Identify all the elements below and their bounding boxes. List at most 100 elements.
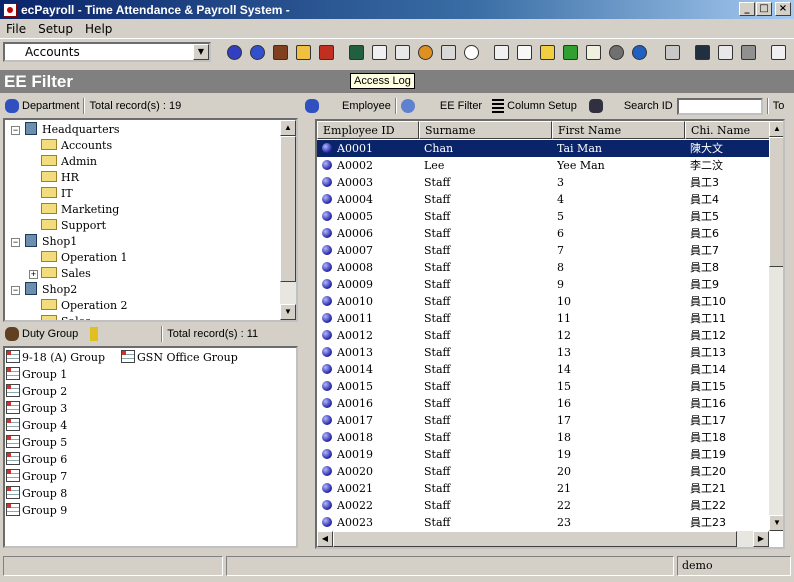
tree-item[interactable]: IT	[41, 186, 73, 202]
table-row[interactable]: A0021 Staff 21 員工21	[317, 480, 770, 497]
table-row[interactable]: A0007 Staff 7 員工7	[317, 242, 770, 259]
tree-item[interactable]: Operation 2	[41, 298, 128, 314]
printer-icon[interactable]	[662, 41, 683, 63]
table-row[interactable]: A0019 Staff 19 員工19	[317, 446, 770, 463]
tree-item[interactable]: Shop1	[25, 234, 77, 250]
menu-help[interactable]: Help	[79, 22, 118, 36]
table-row[interactable]: A0010 Staff 10 員工10	[317, 293, 770, 310]
scroll-up-icon[interactable]: ▲	[280, 120, 296, 136]
tree-scrollbar[interactable]: ▲ ▼	[280, 120, 296, 320]
tree-item[interactable]: Sales	[41, 266, 91, 282]
monitor-icon[interactable]	[692, 41, 713, 63]
column-setup-button[interactable]: Column Setup	[507, 100, 577, 112]
exit-icon[interactable]	[768, 41, 789, 63]
scroll-right-icon[interactable]: ▶	[753, 531, 769, 547]
filter-search-icon[interactable]	[400, 99, 415, 113]
run-icon[interactable]	[560, 41, 581, 63]
duty-group-item[interactable]: Group 5	[6, 434, 67, 451]
collapse-icon[interactable]: −	[11, 286, 20, 295]
duty-group-item[interactable]: Group 4	[6, 417, 67, 434]
duty-group-item[interactable]: Group 7	[6, 468, 67, 485]
table-row[interactable]: A0015 Staff 15 員工15	[317, 378, 770, 395]
duty-group-item[interactable]: GSN Office Group	[121, 349, 238, 366]
column-header[interactable]: First Name	[552, 121, 685, 139]
scroll-thumb[interactable]	[280, 136, 296, 282]
table-vscrollbar[interactable]: ▲ ▼	[769, 121, 783, 531]
column-header[interactable]: Surname	[419, 121, 552, 139]
mail-icon[interactable]	[514, 41, 535, 63]
employee-icon[interactable]	[305, 99, 319, 113]
scroll-down-icon[interactable]: ▼	[769, 515, 783, 531]
close-button[interactable]: ×	[775, 2, 791, 16]
help-card-icon[interactable]	[715, 41, 736, 63]
home-icon[interactable]	[583, 41, 604, 63]
tree-item[interactable]: Admin	[41, 154, 97, 170]
scroll-down-icon[interactable]: ▼	[280, 304, 296, 320]
employee-label[interactable]: Employee	[342, 100, 391, 112]
table-row[interactable]: A0022 Staff 22 員工22	[317, 497, 770, 514]
table-row[interactable]: A0016 Staff 16 員工16	[317, 395, 770, 412]
scroll-thumb[interactable]	[333, 531, 737, 547]
column-header[interactable]: Employee ID	[317, 121, 419, 139]
tree-item[interactable]: Accounts	[41, 138, 112, 154]
group-icon[interactable]	[247, 41, 268, 63]
tree-item[interactable]: Sales	[41, 314, 91, 320]
table-row[interactable]: A0005 Staff 5 員工5	[317, 208, 770, 225]
duty-group-item[interactable]: Group 3	[6, 400, 67, 417]
toolbox-icon[interactable]	[316, 41, 337, 63]
search-id-input[interactable]	[676, 97, 763, 115]
ee-filter-button[interactable]: EE Filter	[440, 100, 482, 112]
menu-setup[interactable]: Setup	[32, 22, 79, 36]
chevron-down-icon[interactable]: ▼	[193, 44, 209, 60]
expand-icon[interactable]: +	[29, 270, 38, 279]
report-icon[interactable]	[392, 41, 413, 63]
settings-icon[interactable]	[415, 41, 436, 63]
tree-item[interactable]: Headquarters	[25, 122, 119, 138]
tree-item[interactable]: Shop2	[25, 282, 77, 298]
table-row[interactable]: A0006 Staff 6 員工6	[317, 225, 770, 242]
duty-group-item[interactable]: Group 8	[6, 485, 67, 502]
book-icon[interactable]	[346, 41, 367, 63]
employees-icon[interactable]	[224, 41, 245, 63]
maximize-button[interactable]: □	[756, 2, 772, 16]
minimize-button[interactable]: _	[739, 2, 755, 16]
table-row[interactable]: A0017 Staff 17 員工17	[317, 412, 770, 429]
duty-group-item[interactable]: Group 6	[6, 451, 67, 468]
tools-icon[interactable]	[738, 41, 759, 63]
collapse-icon[interactable]: −	[11, 126, 20, 135]
table-row[interactable]: A0003 Staff 3 員工3	[317, 174, 770, 191]
company-combo[interactable]: Accounts ▼	[3, 42, 211, 62]
folder-icon[interactable]	[293, 41, 314, 63]
table-row[interactable]: A0020 Staff 20 員工20	[317, 463, 770, 480]
duty-group-item[interactable]: Group 1	[6, 366, 67, 383]
document-icon[interactable]	[369, 41, 390, 63]
scroll-thumb[interactable]	[769, 137, 783, 267]
tree-item[interactable]: HR	[41, 170, 79, 186]
table-hscrollbar[interactable]: ◀ ▶	[317, 531, 769, 547]
table-row[interactable]: A0014 Staff 14 員工14	[317, 361, 770, 378]
table-row[interactable]: A0012 Staff 12 員工12	[317, 327, 770, 344]
scroll-up-icon[interactable]: ▲	[769, 121, 783, 137]
duty-group-item[interactable]: 9-18 (A) Group	[6, 349, 105, 366]
table-row[interactable]: A0013 Staff 13 員工13	[317, 344, 770, 361]
binoculars-icon[interactable]	[588, 99, 603, 113]
menu-file[interactable]: File	[0, 22, 32, 36]
map-pin-icon[interactable]	[606, 41, 627, 63]
table-row[interactable]: A0002 Lee Yee Man 李二汶	[317, 157, 770, 174]
collapse-icon[interactable]: −	[11, 238, 20, 247]
globe-icon[interactable]	[629, 41, 650, 63]
app-icon[interactable]	[3, 2, 17, 17]
clock-icon[interactable]	[461, 41, 482, 63]
key-icon[interactable]	[90, 327, 99, 341]
table-row[interactable]: A0008 Staff 8 員工8	[317, 259, 770, 276]
table-row[interactable]: A0001 Chan Tai Man 陳大文	[317, 140, 770, 157]
column-setup-icon[interactable]	[492, 99, 505, 113]
table-row[interactable]: A0018 Staff 18 員工18	[317, 429, 770, 446]
table-row[interactable]: A0009 Staff 9 員工9	[317, 276, 770, 293]
duty-group-item[interactable]: Group 9	[6, 502, 67, 519]
duty-group-item[interactable]: Group 2	[6, 383, 67, 400]
table-row[interactable]: A0004 Staff 4 員工4	[317, 191, 770, 208]
tree-item[interactable]: Operation 1	[41, 250, 128, 266]
table-row[interactable]: A0023 Staff 23 員工23	[317, 514, 770, 531]
tree-item[interactable]: Support	[41, 218, 106, 234]
